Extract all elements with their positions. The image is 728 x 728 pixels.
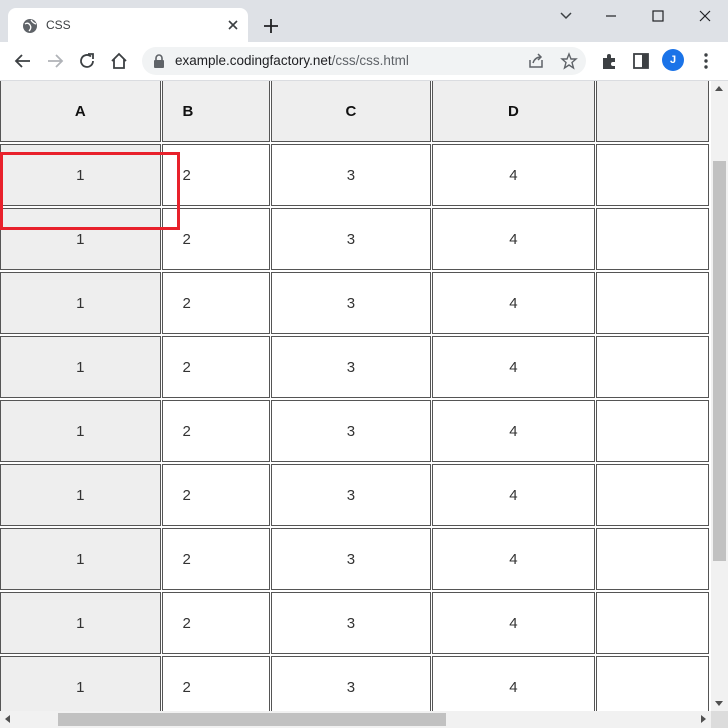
table-row: 1234 xyxy=(0,592,709,654)
cell-b: 2 xyxy=(161,208,270,270)
lock-icon[interactable] xyxy=(152,54,166,68)
cell-b: 2 xyxy=(161,656,270,711)
cell-e xyxy=(595,272,709,334)
cell-b: 2 xyxy=(161,592,270,654)
back-icon[interactable] xyxy=(12,50,34,72)
vertical-scroll-thumb[interactable] xyxy=(713,161,726,561)
cell-a: 1 xyxy=(0,592,161,654)
cell-e xyxy=(595,528,709,590)
cell-a: 1 xyxy=(0,656,161,711)
close-window-icon[interactable] xyxy=(692,5,718,27)
header-cell-d: D xyxy=(432,81,595,142)
cell-d: 4 xyxy=(432,208,595,270)
cell-d: 4 xyxy=(432,592,595,654)
cell-c: 3 xyxy=(270,272,432,334)
share-icon[interactable] xyxy=(527,52,545,70)
url-domain: example.codingfactory.net xyxy=(175,53,332,68)
scroll-right-arrow-icon[interactable] xyxy=(701,715,706,723)
browser-tab[interactable]: CSS xyxy=(8,8,248,42)
tab-search-chevron-icon[interactable] xyxy=(553,5,579,27)
address-bar[interactable]: example.codingfactory.net/css/css.html xyxy=(142,47,586,75)
scrollbar-corner xyxy=(711,711,728,728)
table-row: 1234 xyxy=(0,208,709,270)
vertical-scrollbar[interactable] xyxy=(711,81,728,711)
cell-e xyxy=(595,336,709,398)
cell-a: 1 xyxy=(0,528,161,590)
cell-c: 3 xyxy=(270,144,432,206)
table-row: 1234 xyxy=(0,400,709,462)
cell-e xyxy=(595,656,709,711)
cell-d: 4 xyxy=(432,144,595,206)
cell-c: 3 xyxy=(270,656,432,711)
side-panel-icon[interactable] xyxy=(630,50,652,72)
cell-a: 1 xyxy=(0,336,161,398)
cell-b: 2 xyxy=(161,528,270,590)
data-table: A B C D 12341234123412341234123412341234… xyxy=(0,81,710,711)
cell-a: 1 xyxy=(0,144,161,206)
cell-a: 1 xyxy=(0,272,161,334)
globe-icon xyxy=(23,19,37,33)
cell-a: 1 xyxy=(0,208,161,270)
browser-toolbar: example.codingfactory.net/css/css.html xyxy=(0,42,728,81)
cell-e xyxy=(595,464,709,526)
extensions-icon[interactable] xyxy=(598,50,620,72)
url-text[interactable]: example.codingfactory.net/css/css.html xyxy=(175,53,409,68)
tab-title: CSS xyxy=(46,18,71,32)
header-cell-b: B xyxy=(161,81,270,142)
table-row: 1234 xyxy=(0,656,709,711)
maximize-icon[interactable] xyxy=(645,5,671,27)
horizontal-scrollbar[interactable] xyxy=(0,711,711,728)
minimize-icon[interactable] xyxy=(598,5,624,27)
header-cell-a: A xyxy=(0,81,161,142)
cell-c: 3 xyxy=(270,464,432,526)
cell-d: 4 xyxy=(432,272,595,334)
table-row: 1234 xyxy=(0,144,709,206)
page-viewport: A B C D 12341234123412341234123412341234… xyxy=(0,81,711,711)
cell-c: 3 xyxy=(270,208,432,270)
cell-e xyxy=(595,400,709,462)
cell-a: 1 xyxy=(0,464,161,526)
horizontal-scroll-thumb[interactable] xyxy=(58,713,446,726)
cell-a: 1 xyxy=(0,400,161,462)
table-header-row: A B C D xyxy=(0,81,709,142)
cell-d: 4 xyxy=(432,464,595,526)
cell-b: 2 xyxy=(161,144,270,206)
header-cell-e xyxy=(595,81,709,142)
profile-avatar[interactable]: J xyxy=(662,49,684,71)
close-tab-icon[interactable] xyxy=(224,16,242,34)
reload-icon[interactable] xyxy=(76,50,98,72)
table-row: 1234 xyxy=(0,464,709,526)
new-tab-icon[interactable] xyxy=(260,15,282,37)
cell-d: 4 xyxy=(432,400,595,462)
cell-c: 3 xyxy=(270,592,432,654)
cell-c: 3 xyxy=(270,528,432,590)
header-cell-c: C xyxy=(270,81,432,142)
forward-icon[interactable] xyxy=(44,50,66,72)
table-body: 123412341234123412341234123412341234 xyxy=(0,144,709,711)
cell-e xyxy=(595,208,709,270)
cell-e xyxy=(595,592,709,654)
scroll-down-arrow-icon[interactable] xyxy=(715,701,723,706)
cell-c: 3 xyxy=(270,336,432,398)
cell-c: 3 xyxy=(270,400,432,462)
cell-b: 2 xyxy=(161,272,270,334)
scroll-up-arrow-icon[interactable] xyxy=(715,86,723,91)
cell-b: 2 xyxy=(161,464,270,526)
home-icon[interactable] xyxy=(108,50,130,72)
scroll-left-arrow-icon[interactable] xyxy=(5,715,10,723)
menu-kebab-icon[interactable] xyxy=(695,50,717,72)
cell-e xyxy=(595,144,709,206)
bookmark-star-icon[interactable] xyxy=(560,52,578,70)
table-row: 1234 xyxy=(0,272,709,334)
url-path: /css/css.html xyxy=(331,53,409,68)
cell-d: 4 xyxy=(432,656,595,711)
cell-b: 2 xyxy=(161,400,270,462)
cell-d: 4 xyxy=(432,528,595,590)
table-row: 1234 xyxy=(0,336,709,398)
cell-d: 4 xyxy=(432,336,595,398)
table-row: 1234 xyxy=(0,528,709,590)
tab-strip: CSS xyxy=(0,0,728,42)
cell-b: 2 xyxy=(161,336,270,398)
